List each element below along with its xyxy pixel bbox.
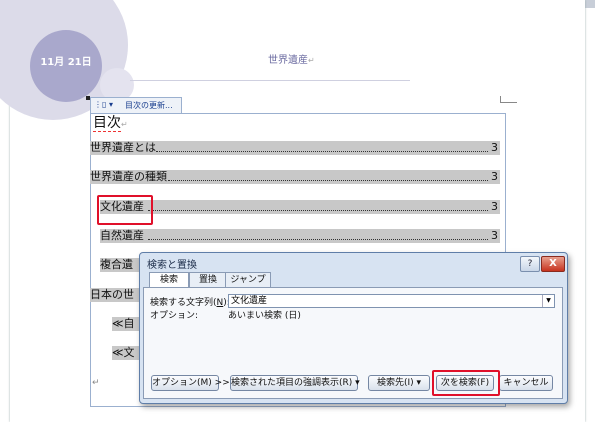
search-text-combobox[interactable]: 文化遺産 ▼: [228, 294, 555, 308]
chevron-down-icon[interactable]: ▼: [542, 295, 554, 307]
toc-update-label[interactable]: 目次の更新...: [125, 100, 173, 111]
header-date: 11月 21日: [40, 57, 92, 68]
help-button[interactable]: ?: [520, 256, 540, 272]
toc-heading: 目次↵: [93, 115, 128, 132]
highlight-frame-find-next: [432, 370, 500, 396]
toc-entry[interactable]: ≪自然: [112, 317, 140, 331]
options-label: オプション:: [150, 311, 199, 321]
header-title: 世界遺産↵: [268, 55, 315, 66]
tab-jump[interactable]: ジャンプ: [225, 272, 271, 288]
toc-control-icon[interactable]: ⋮▯ ▾: [94, 100, 113, 109]
highlight-frame-selected-entry: [97, 195, 153, 225]
dialog-title: 検索と置換: [147, 260, 197, 271]
margin-corner-mark: [500, 96, 517, 103]
options-value: あいまい検索 (日): [228, 311, 301, 321]
toc-entry[interactable]: 自然遺産 3: [100, 229, 500, 243]
header-divider-line: [130, 0, 410, 81]
search-text-value[interactable]: 文化遺産: [229, 296, 267, 306]
toc-entry[interactable]: 世界遺産とは 3: [90, 141, 500, 155]
tab-replace[interactable]: 置換: [189, 272, 227, 288]
toc-entry-selected[interactable]: 文化遺産 3: [100, 200, 500, 214]
toc-entry[interactable]: 世界遺産の種類 3: [90, 170, 500, 184]
toc-entry[interactable]: 複合遺産: [100, 258, 140, 272]
toc-entry[interactable]: 日本の世界: [90, 288, 140, 302]
highlight-found-items-button[interactable]: 検索された項目の強調表示(R) ▾: [230, 375, 360, 391]
close-button[interactable]: X: [541, 256, 565, 272]
search-text-label: 検索する文字列(N):: [150, 298, 230, 308]
options-button[interactable]: オプション(M) >>: [151, 375, 230, 391]
paragraph-mark: ↵: [92, 378, 100, 388]
toc-entry[interactable]: ≪文化: [112, 346, 140, 360]
search-in-button[interactable]: 検索先(I) ▾: [368, 375, 430, 391]
cancel-button[interactable]: キャンセル: [499, 375, 553, 391]
